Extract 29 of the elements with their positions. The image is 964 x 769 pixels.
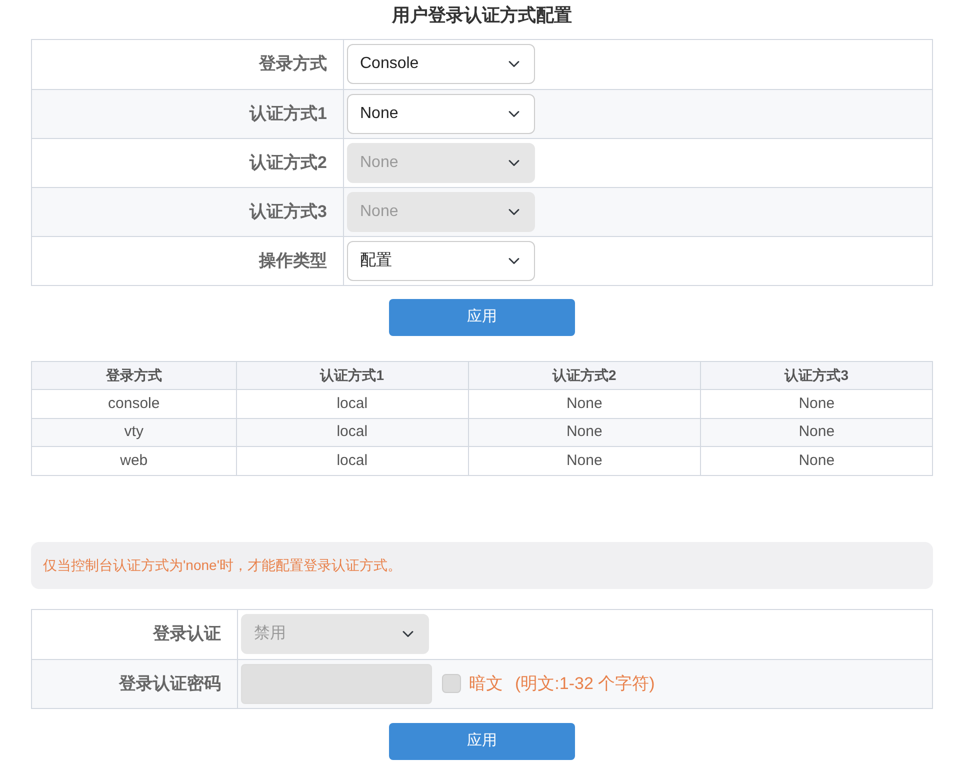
table-cell: None <box>468 446 701 476</box>
column-header: 认证方式1 <box>236 361 468 390</box>
table-cell: local <box>236 390 468 418</box>
apply-button[interactable]: 应用 <box>389 722 575 760</box>
table-cell: vty <box>32 418 236 447</box>
page-title: 用户登录认证方式配置 <box>390 4 573 27</box>
column-header: 认证方式3 <box>700 361 932 390</box>
checkbox-label: 暗文 <box>469 672 503 695</box>
table-cell: local <box>236 446 468 476</box>
hint-text: (明文:1-32 个字符) <box>515 672 655 695</box>
table-cell: None <box>468 390 701 418</box>
table-cell: None <box>700 390 932 418</box>
table-cell: web <box>32 446 236 476</box>
dropdown[interactable]: 配置 <box>347 240 535 281</box>
apply-button[interactable]: 应用 <box>389 298 575 336</box>
column-header: 登录方式 <box>32 361 236 390</box>
table-cell: None <box>468 418 701 447</box>
table-cell: None <box>700 418 932 447</box>
table-cell: local <box>236 418 468 447</box>
field-label: 认证方式1 <box>32 90 344 138</box>
field-label: 操作类型 <box>32 236 344 285</box>
field-label: 登录认证密码 <box>32 660 238 708</box>
column-header: 认证方式2 <box>468 361 701 390</box>
field-label: 认证方式3 <box>32 188 344 236</box>
table-cell: console <box>32 390 236 418</box>
dropdown[interactable]: Console <box>347 44 535 84</box>
notice-message: 仅当控制台认证方式为'none'时，才能配置登录认证方式。 <box>31 542 933 589</box>
dropdown[interactable]: None <box>347 94 535 134</box>
table-cell: None <box>700 446 932 476</box>
